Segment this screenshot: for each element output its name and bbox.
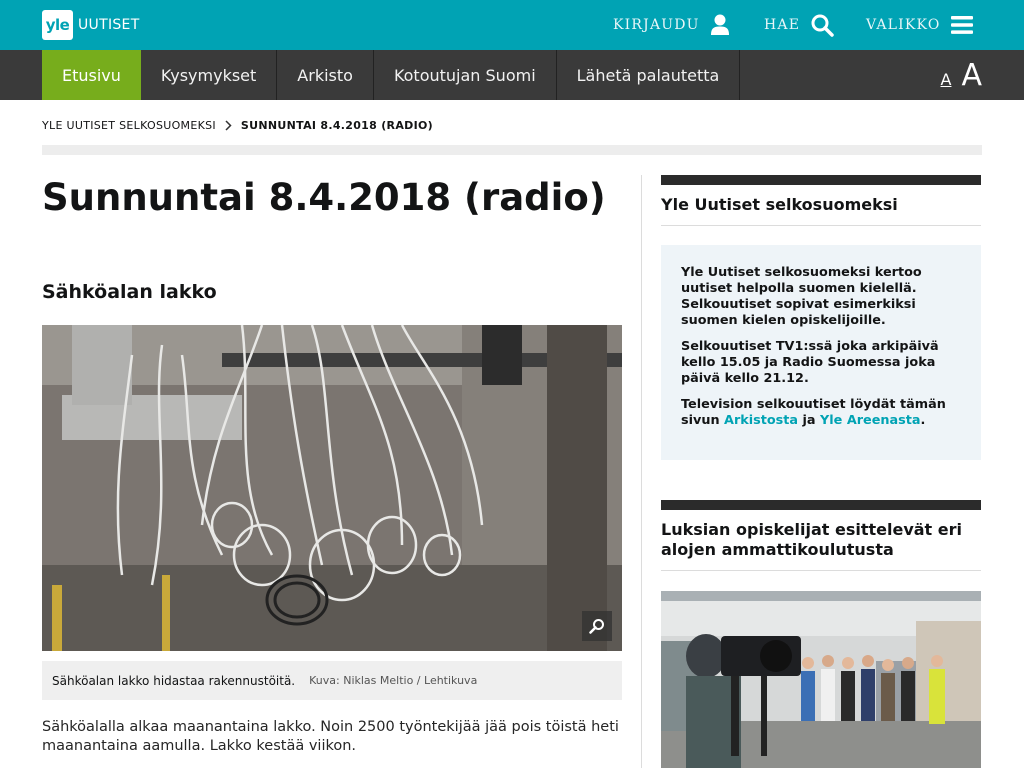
caption-text: Sähköalan lakko hidastaa rakennustöitä. <box>52 673 296 688</box>
column-divider <box>641 175 642 768</box>
nav-item-laheta-palautetta[interactable]: Lähetä palautetta <box>557 50 741 100</box>
sidebar-story-title[interactable]: Luksian opiskelijat esittelevät eri aloj… <box>661 520 981 560</box>
breadcrumb: YLE UUTISET SELKOSUOMEKSI SUNNUNTAI 8.4.… <box>42 119 433 132</box>
main-navigation: Etusivu Kysymykset Arkisto Kotoutujan Su… <box>0 50 1024 100</box>
image-zoom-button[interactable] <box>582 611 612 641</box>
article-body-text: Sähköalalla alkaa maanantaina lakko. Noi… <box>42 719 619 754</box>
article-image[interactable] <box>42 325 622 651</box>
info-paragraph-2: Selkouutiset TV1:ssä joka arkipäivä kell… <box>681 339 939 386</box>
info-paragraph-1: Yle Uutiset selkosuomeksi kertoo uutiset… <box>681 265 922 328</box>
selkouutiset-info-box: Yle Uutiset selkosuomeksi kertoo uutiset… <box>661 245 981 460</box>
zoom-icon <box>589 619 604 634</box>
login-label: KIRJAUDU <box>613 17 700 33</box>
info-and-text: ja <box>802 413 816 428</box>
font-size-controls: A A <box>941 50 982 100</box>
yle-uutiset-logo[interactable]: yle UUTISET <box>42 10 140 40</box>
info-paragraph-3: Television selkouutiset löydät tämän siv… <box>681 397 961 429</box>
user-icon <box>710 14 729 35</box>
breadcrumb-current: SUNNUNTAI 8.4.2018 (RADIO) <box>240 119 433 132</box>
breadcrumb-divider <box>42 145 982 155</box>
font-size-small-button[interactable]: A <box>941 70 952 89</box>
search-button[interactable]: HAE <box>764 0 834 50</box>
yle-logo-mark: yle <box>42 10 73 40</box>
font-size-large-button[interactable]: A <box>961 58 982 93</box>
students-camera-photo <box>661 591 981 768</box>
chevron-right-icon <box>225 120 232 131</box>
breadcrumb-parent-link[interactable]: YLE UUTISET SELKOSUOMEKSI <box>42 119 216 132</box>
nav-item-kotoutujan-suomi[interactable]: Kotoutujan Suomi <box>374 50 557 100</box>
sidebar-story-bar <box>661 500 981 510</box>
menu-icon <box>950 16 973 34</box>
sidebar-story-rule <box>661 570 981 571</box>
search-icon <box>811 14 834 37</box>
nav-item-kysymykset[interactable]: Kysymykset <box>141 50 278 100</box>
logo-text: UUTISET <box>78 17 140 33</box>
search-label: HAE <box>764 17 801 33</box>
sidebar-box-title: Yle Uutiset selkosuomeksi <box>661 195 898 214</box>
sidebar-story-image[interactable] <box>661 591 981 768</box>
yle-areena-link[interactable]: Yle Areenasta <box>820 413 920 428</box>
news-item-title: Sähköalan lakko <box>42 281 217 303</box>
info-period: . <box>920 413 926 428</box>
image-caption: Sähköalan lakko hidastaa rakennustöitä. … <box>42 661 622 700</box>
page-title: Sunnuntai 8.4.2018 (radio) <box>42 176 606 219</box>
arkisto-link[interactable]: Arkistosta <box>724 413 798 428</box>
sidebar-heading-bar <box>661 175 981 185</box>
login-button[interactable]: KIRJAUDU <box>613 0 730 50</box>
sidebar-rule <box>661 225 981 226</box>
nav-item-arkisto[interactable]: Arkisto <box>277 50 374 100</box>
nav-item-etusivu[interactable]: Etusivu <box>42 50 141 100</box>
menu-button[interactable]: VALIKKO <box>866 0 973 50</box>
menu-label: VALIKKO <box>866 17 941 33</box>
image-credit: Kuva: Niklas Meltio / Lehtikuva <box>309 674 478 687</box>
top-header: yle UUTISET KIRJAUDU HAE VALIKKO <box>0 0 1024 50</box>
electrical-cables-photo <box>42 325 622 651</box>
